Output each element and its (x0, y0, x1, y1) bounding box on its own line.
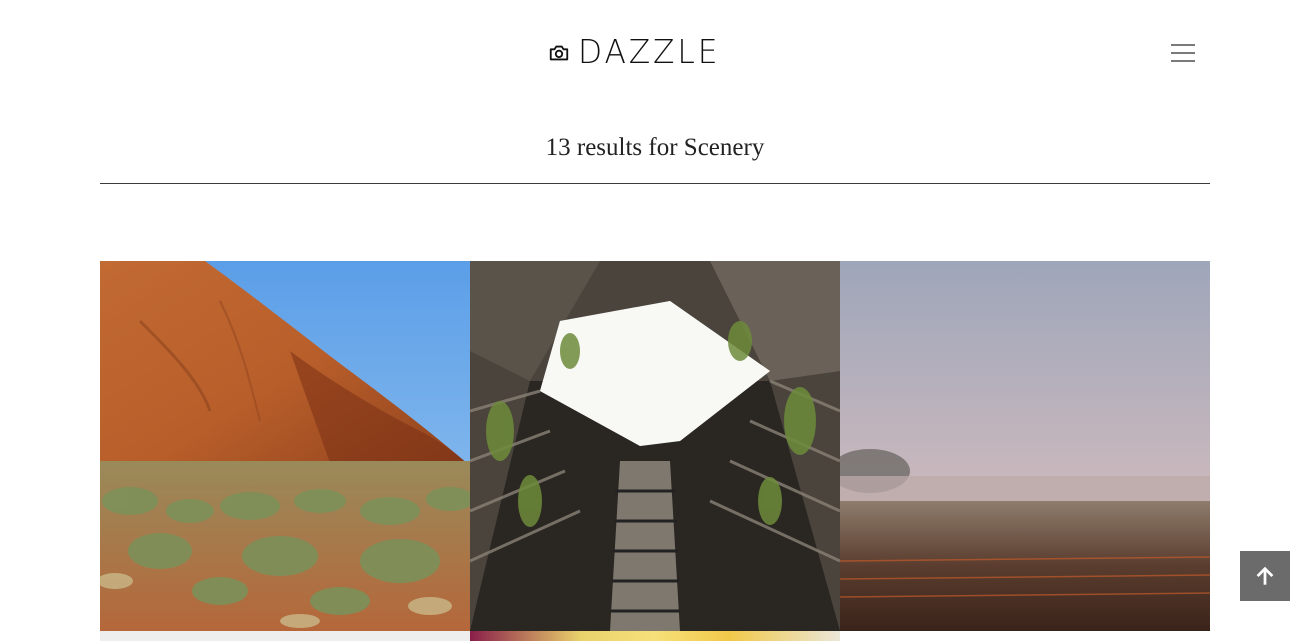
results-heading: 13 results for Scenery (545, 134, 765, 161)
back-to-top-button[interactable] (1240, 551, 1290, 601)
site-header: DAZZLE (0, 0, 1310, 105)
hamburger-menu-icon[interactable] (1168, 40, 1198, 66)
gallery-photo-desert[interactable] (100, 261, 470, 631)
gallery-photo-field[interactable] (840, 261, 1210, 631)
desert-photo-image (100, 261, 470, 631)
tower-photo-image (470, 261, 840, 631)
divider (100, 183, 1210, 184)
brand-name: DAZZLE (578, 32, 721, 71)
arrow-up-icon (1256, 566, 1274, 585)
gallery-photo-partial-1[interactable] (100, 631, 470, 641)
gallery-photo-partial-2[interactable] (470, 631, 840, 641)
page: DAZZLE 13 results for Scenery (0, 0, 1310, 641)
brand-link[interactable]: DAZZLE (548, 34, 728, 70)
gallery-photo-tower[interactable] (470, 261, 840, 631)
field-photo-image (840, 261, 1210, 631)
camera-icon (549, 45, 569, 61)
photo-gallery (100, 261, 1210, 641)
